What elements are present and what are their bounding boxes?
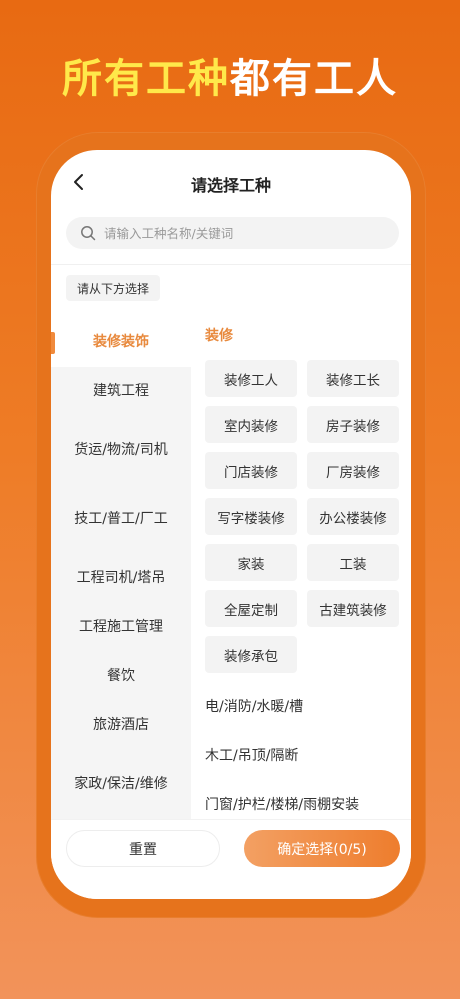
category-item-decoration[interactable]: 装修装饰 <box>51 318 191 367</box>
chip-option[interactable]: 厂房装修 <box>307 452 399 489</box>
category-item-crane-driver[interactable]: 工程司机/塔吊 <box>51 554 191 603</box>
category-item-hotel[interactable]: 旅游酒店 <box>51 701 191 750</box>
category-list: 装修装饰 建筑工程 货运/物流/司机 技工/普工/厂工 工程司机/塔吊 工程施工… <box>51 318 191 819</box>
category-item-construction[interactable]: 建筑工程 <box>51 367 191 416</box>
chip-option[interactable]: 门店装修 <box>205 452 297 489</box>
chip-option[interactable]: 装修承包 <box>205 636 297 673</box>
hint-label: 请从下方选择 <box>66 275 161 301</box>
category-item-technician[interactable]: 技工/普工/厂工 <box>51 485 191 554</box>
chip-option[interactable]: 房子装修 <box>307 406 399 443</box>
subcategory-heading[interactable]: 电/消防/水暖/槽 <box>205 683 405 732</box>
chip-option[interactable]: 工装 <box>307 544 399 581</box>
headline-rest: 都有工人 <box>230 56 398 102</box>
chip-option[interactable]: 古建筑装修 <box>307 590 399 627</box>
category-item-logistics[interactable]: 货运/物流/司机 <box>51 416 191 485</box>
bottom-action-bar: 重置 确定选择(0/5) <box>51 819 411 899</box>
subcategory-heading[interactable]: 木工/吊顶/隔断 <box>205 732 405 781</box>
section-title: 装修 <box>205 328 233 344</box>
chip-option[interactable]: 写字楼装修 <box>205 498 297 535</box>
search-icon <box>80 225 96 241</box>
chip-option[interactable]: 办公楼装修 <box>307 498 399 535</box>
divider <box>51 264 411 265</box>
category-item-housekeeping[interactable]: 家政/保洁/维修 <box>51 750 191 819</box>
chip-option[interactable]: 家装 <box>205 544 297 581</box>
confirm-button[interactable]: 确定选择(0/5) <box>244 830 400 867</box>
phone-screen: 请选择工种 请从下方选择 装修装饰 建筑工程 货运/物流/司机 技工/普工/厂工… <box>51 150 411 899</box>
search-bar[interactable] <box>66 217 399 249</box>
category-item-site-management[interactable]: 工程施工管理 <box>51 603 191 652</box>
subcategory-heading[interactable]: 门窗/护栏/楼梯/雨棚安装 <box>205 781 405 819</box>
nav-bar: 请选择工种 <box>51 150 411 214</box>
subcategory-panel: 装修 装修工人 装修工长 室内装修 房子装修 门店装修 厂房装修 写字楼装修 办… <box>205 318 405 819</box>
headline-highlight: 所有工种 <box>62 56 230 102</box>
category-item-catering[interactable]: 餐饮 <box>51 652 191 701</box>
search-input[interactable] <box>104 225 364 241</box>
chip-grid: 装修工人 装修工长 室内装修 房子装修 门店装修 厂房装修 写字楼装修 办公楼装… <box>205 360 405 673</box>
chip-option[interactable]: 装修工人 <box>205 360 297 397</box>
page-title: 请选择工种 <box>190 176 271 195</box>
reset-button[interactable]: 重置 <box>66 830 220 867</box>
chip-option[interactable]: 全屋定制 <box>205 590 297 627</box>
promo-headline: 所有工种都有工人 <box>0 46 460 104</box>
chip-option[interactable]: 装修工长 <box>307 360 399 397</box>
chip-option[interactable]: 室内装修 <box>205 406 297 443</box>
